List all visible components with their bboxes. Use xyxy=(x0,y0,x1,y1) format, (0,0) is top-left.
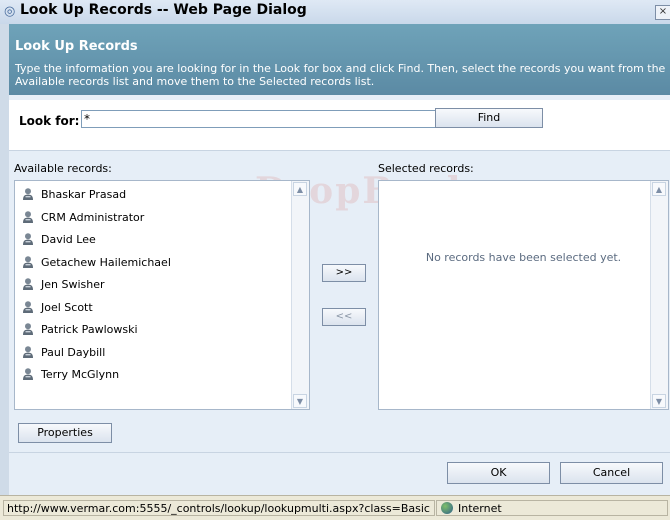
user-icon xyxy=(21,300,35,314)
record-name: CRM Administrator xyxy=(41,210,145,224)
ok-button[interactable]: OK xyxy=(447,462,550,484)
record-name: Getachew Hailemichael xyxy=(41,255,171,269)
user-icon xyxy=(21,255,35,269)
record-name: David Lee xyxy=(41,233,96,246)
scroll-down-icon[interactable]: ▼ xyxy=(652,394,666,408)
close-button[interactable]: × xyxy=(655,5,670,20)
look-for-label: Look for: xyxy=(19,114,80,128)
header-title: Look Up Records xyxy=(15,39,138,54)
record-item[interactable]: Patrick Pawlowski xyxy=(21,320,138,340)
selected-records-label: Selected records: xyxy=(378,162,474,175)
record-name: Jen Swisher xyxy=(41,278,105,291)
selected-records-list[interactable]: No records have been selected yet. ▲ ▼ xyxy=(378,180,669,410)
available-records-label: Available records: xyxy=(14,162,112,175)
record-item[interactable]: Bhaskar Prasad xyxy=(21,185,126,205)
left-edge xyxy=(0,24,9,495)
add-selected-button[interactable]: >> xyxy=(322,264,366,282)
record-item[interactable]: CRM Administrator xyxy=(21,208,144,228)
user-icon xyxy=(21,367,35,381)
scroll-down-icon[interactable]: ▼ xyxy=(293,394,307,408)
search-row: Look for: Find xyxy=(9,100,670,151)
scroll-up-icon[interactable]: ▲ xyxy=(293,182,307,196)
selected-scrollbar[interactable]: ▲ ▼ xyxy=(650,181,668,409)
user-icon xyxy=(21,345,35,359)
zone-label: Internet xyxy=(458,502,502,515)
record-item[interactable]: David Lee xyxy=(21,230,96,250)
record-name: Patrick Pawlowski xyxy=(41,323,138,336)
record-name: Joel Scott xyxy=(41,300,93,314)
record-item[interactable]: Getachew Hailemichael xyxy=(21,253,171,273)
header-description: Type the information you are looking for… xyxy=(15,62,666,88)
ie-dialog-icon: ◎ xyxy=(4,4,16,19)
properties-button[interactable]: Properties xyxy=(18,423,112,443)
available-scrollbar[interactable]: ▲ ▼ xyxy=(291,181,309,409)
window-title: Look Up Records -- Web Page Dialog xyxy=(20,2,307,18)
find-button[interactable]: Find xyxy=(435,108,543,128)
globe-icon xyxy=(441,502,453,514)
security-zone: Internet xyxy=(436,500,668,516)
record-item[interactable]: Terry McGlynn xyxy=(21,365,119,385)
user-icon xyxy=(21,232,35,246)
status-url: http://www.vermar.com:5555/_controls/loo… xyxy=(3,500,435,516)
footer-divider xyxy=(9,452,670,453)
record-name: Paul Daybill xyxy=(41,345,106,359)
user-icon xyxy=(21,322,35,336)
user-icon xyxy=(21,187,35,201)
empty-selection-message: No records have been selected yet. xyxy=(425,251,622,264)
title-bar: ◎ Look Up Records -- Web Page Dialog × xyxy=(0,0,670,25)
user-icon xyxy=(21,210,35,224)
scroll-up-icon[interactable]: ▲ xyxy=(652,182,666,196)
user-icon xyxy=(21,277,35,291)
record-item[interactable]: Paul Daybill xyxy=(21,343,105,363)
record-name: Terry McGlynn xyxy=(41,368,120,381)
dialog-header: Look Up Records Type the information you… xyxy=(9,24,670,95)
record-item[interactable]: Jen Swisher xyxy=(21,275,105,295)
status-bar: http://www.vermar.com:5555/_controls/loo… xyxy=(0,495,670,520)
available-records-list[interactable]: Bhaskar Prasad CRM Administrator David Lee… xyxy=(14,180,310,410)
look-for-input[interactable] xyxy=(81,110,438,128)
record-name: Bhaskar Prasad xyxy=(41,188,127,201)
record-item[interactable]: Joel Scott xyxy=(21,298,93,318)
cancel-button[interactable]: Cancel xyxy=(560,462,663,484)
remove-selected-button[interactable]: << xyxy=(322,308,366,326)
